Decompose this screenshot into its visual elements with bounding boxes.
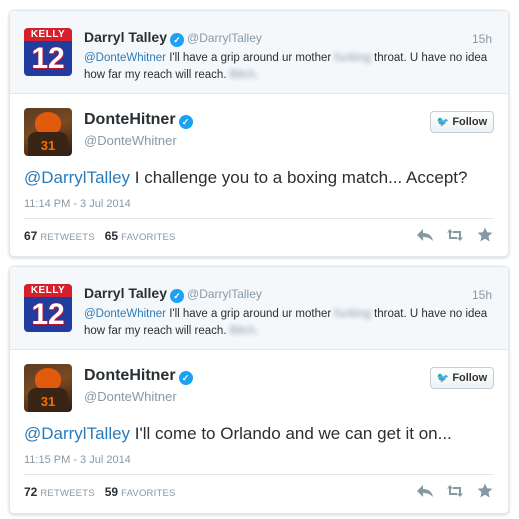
- favorite-count[interactable]: 59: [105, 485, 118, 499]
- author-name[interactable]: Darryl Talley: [84, 285, 167, 301]
- tweet-time[interactable]: 15h: [472, 32, 492, 46]
- star-icon[interactable]: [476, 226, 494, 244]
- parent-tweet[interactable]: KELLY 12 Darryl Talley ✓ @DarrylTalley 15h…: [10, 11, 508, 94]
- retweet-count[interactable]: 72: [24, 485, 37, 499]
- tweet-card: KELLY 12 Darryl Talley ✓ @DarrylTalley 15h…: [9, 10, 509, 257]
- tweet-actions: [416, 226, 494, 244]
- retweet-count[interactable]: 67: [24, 229, 37, 243]
- tweet-stats: 67 RETWEETS 65 FAVORITES: [24, 229, 186, 243]
- verified-badge-icon: ✓: [170, 289, 185, 303]
- helmet-shape: [35, 368, 61, 390]
- author-line: DonteHitner ✓: [84, 367, 193, 385]
- tweet-time[interactable]: 15h: [472, 288, 492, 302]
- avatar-jersey-name: KELLY: [30, 285, 66, 296]
- tweet-text: @DonteWhitner I'll have a grip around ur…: [84, 50, 494, 84]
- tweet-date[interactable]: 11:15 PM - 3 Jul 2014: [24, 454, 131, 466]
- author-name[interactable]: DonteHitner: [84, 367, 176, 384]
- follow-label: Follow: [452, 372, 488, 384]
- tweet-text-part: I'll have a grip around ur mother: [169, 308, 332, 320]
- follow-button[interactable]: 🐦 Follow: [430, 367, 494, 389]
- tweet-date[interactable]: 11:14 PM - 3 Jul 2014: [24, 198, 131, 210]
- avatar-jersey-number: 31: [40, 394, 56, 409]
- mention-link[interactable]: @DonteWhitner: [84, 52, 166, 64]
- mention-link[interactable]: @DarrylTalley: [24, 168, 130, 187]
- author-name[interactable]: Darryl Talley: [84, 29, 167, 45]
- follow-button[interactable]: 🐦 Follow: [430, 111, 494, 133]
- parent-tweet[interactable]: KELLY 12 Darryl Talley ✓ @DarrylTalley 15h…: [10, 267, 508, 350]
- verified-badge-icon: ✓: [170, 33, 185, 47]
- tweet-text: @DarrylTalley I challenge you to a boxin…: [24, 168, 467, 188]
- twitter-bird-icon: 🐦: [436, 373, 450, 384]
- favorite-count[interactable]: 65: [105, 229, 118, 243]
- author-handle[interactable]: @DarrylTalley: [187, 287, 262, 301]
- follow-label: Follow: [452, 116, 488, 128]
- main-tweet: 31 DonteHitner ✓ @DonteWhitner 🐦 Follow @D…: [10, 350, 508, 514]
- tweet-text: @DonteWhitner I'll have a grip around ur…: [84, 306, 494, 340]
- tweet-text: @DarrylTalley I'll come to Orlando and w…: [24, 424, 452, 444]
- author-name[interactable]: DonteHitner: [84, 111, 176, 128]
- verified-badge-icon: ✓: [178, 115, 193, 129]
- mention-link[interactable]: @DarrylTalley: [24, 424, 130, 443]
- divider: [24, 474, 494, 475]
- author-line: DonteHitner ✓: [84, 111, 193, 129]
- star-icon[interactable]: [476, 482, 494, 500]
- author-handle[interactable]: @DonteWhitner: [84, 389, 177, 404]
- favorites-label: FAVORITES: [121, 232, 176, 243]
- censored-word: fucking: [334, 308, 371, 320]
- censored-word: Bitch.: [229, 325, 259, 337]
- author-line: Darryl Talley ✓ @DarrylTalley: [84, 285, 262, 303]
- favorites-label: FAVORITES: [121, 488, 176, 499]
- retweet-icon[interactable]: [446, 226, 464, 244]
- tweet-actions: [416, 482, 494, 500]
- avatar-jersey-number: 31: [40, 138, 56, 153]
- avatar[interactable]: 31: [24, 364, 72, 412]
- main-tweet: 31 DonteHitner ✓ @DonteWhitner 🐦 Follow @D…: [10, 94, 508, 258]
- verified-badge-icon: ✓: [178, 371, 193, 385]
- avatar[interactable]: 31: [24, 108, 72, 156]
- retweets-label: RETWEETS: [40, 488, 95, 499]
- retweet-icon[interactable]: [446, 482, 464, 500]
- retweets-label: RETWEETS: [40, 232, 95, 243]
- avatar-jersey-number: 12: [31, 298, 65, 331]
- avatar-jersey-name: KELLY: [30, 29, 66, 40]
- avatar-jersey-number: 12: [31, 42, 65, 75]
- tweet-text-part: I'll come to Orlando and we can get it o…: [134, 424, 452, 443]
- divider: [24, 218, 494, 219]
- tweet-card: KELLY 12 Darryl Talley ✓ @DarrylTalley 15h…: [9, 266, 509, 514]
- tweet-text-part: I challenge you to a boxing match... Acc…: [134, 168, 468, 187]
- helmet-shape: [35, 112, 61, 134]
- reply-icon[interactable]: [416, 482, 434, 500]
- tweet-stats: 72 RETWEETS 59 FAVORITES: [24, 485, 186, 499]
- author-line: Darryl Talley ✓ @DarrylTalley: [84, 29, 262, 47]
- avatar[interactable]: KELLY 12: [24, 28, 72, 76]
- twitter-bird-icon: 🐦: [436, 117, 450, 128]
- censored-word: Bitch.: [229, 69, 259, 81]
- author-handle[interactable]: @DarrylTalley: [187, 31, 262, 45]
- reply-icon[interactable]: [416, 226, 434, 244]
- tweet-text-part: I'll have a grip around ur mother: [169, 52, 332, 64]
- mention-link[interactable]: @DonteWhitner: [84, 308, 166, 320]
- avatar[interactable]: KELLY 12: [24, 284, 72, 332]
- author-handle[interactable]: @DonteWhitner: [84, 133, 177, 148]
- censored-word: fucking: [334, 52, 371, 64]
